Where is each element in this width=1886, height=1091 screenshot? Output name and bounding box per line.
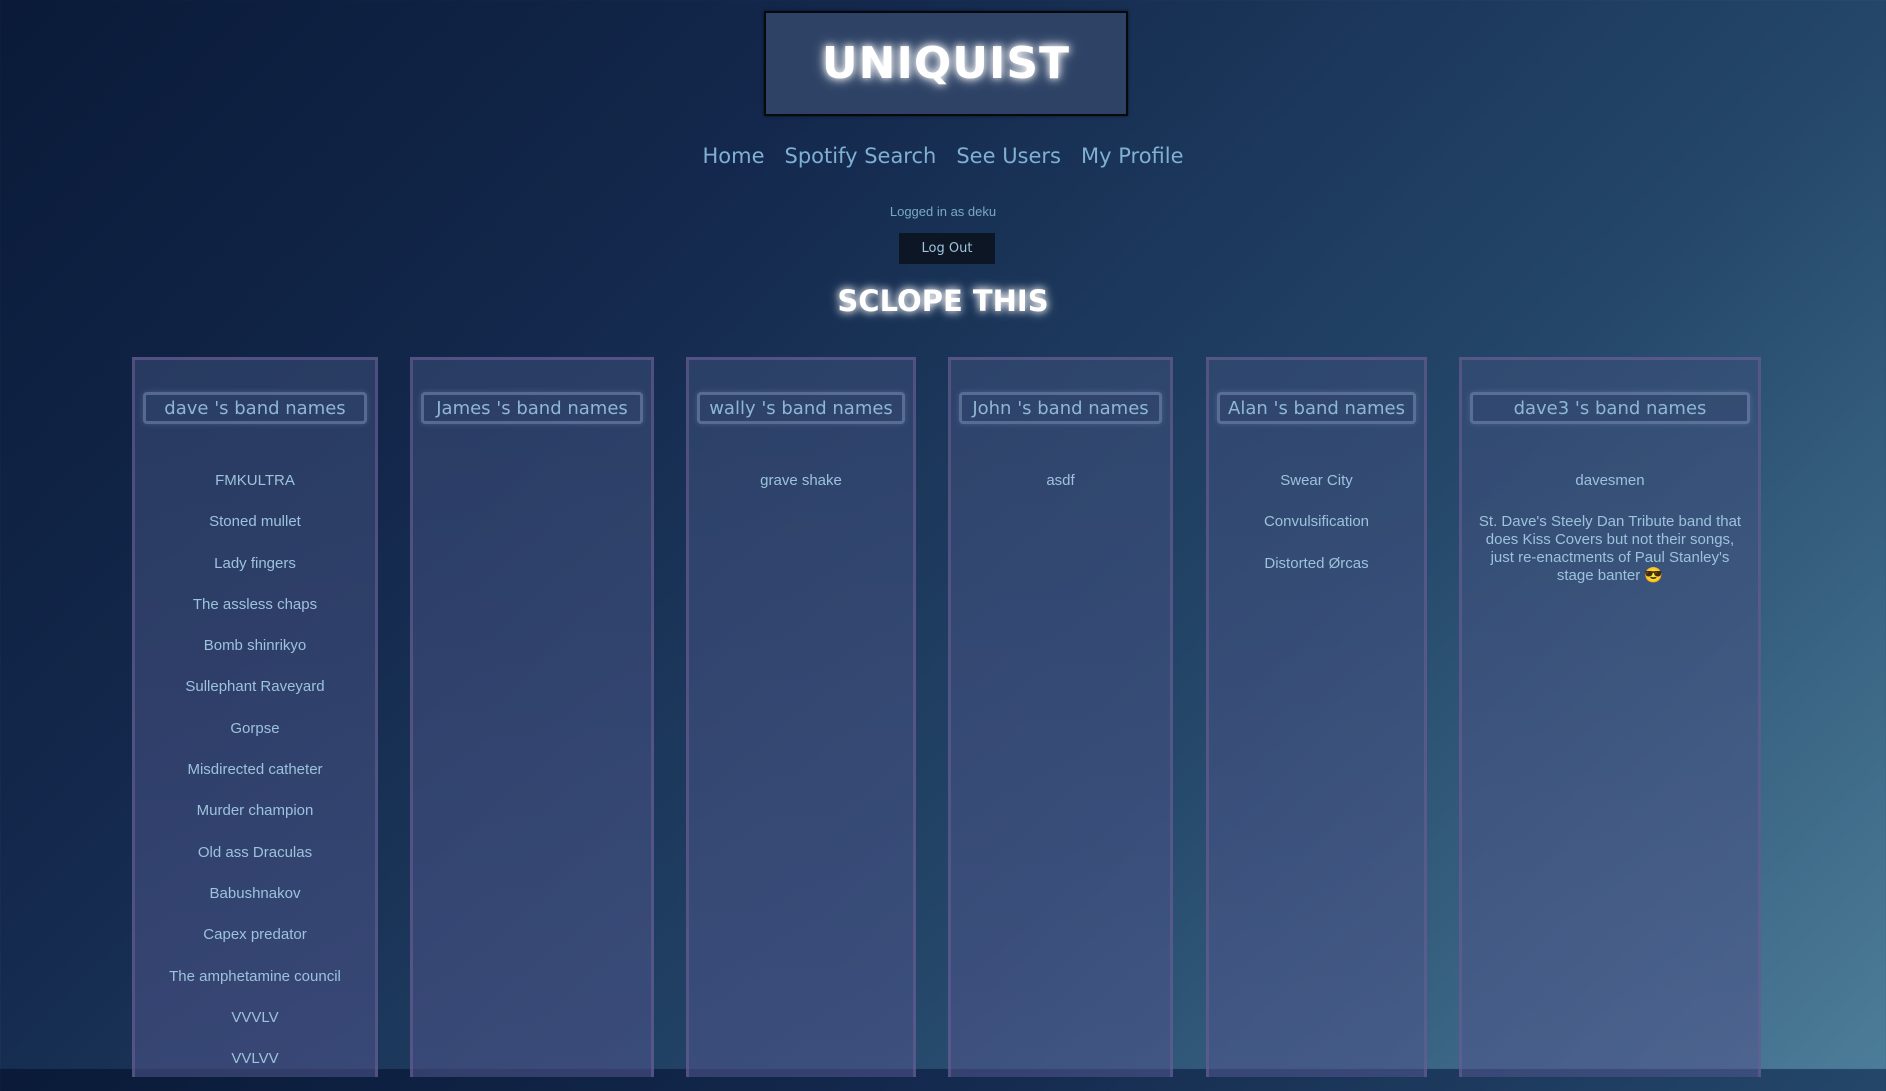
user-column-heading: Alan 's band names — [1217, 392, 1416, 424]
app-title: UNIQUIST — [821, 38, 1071, 89]
user-column: dave3 's band names davesmen St. Dave's S… — [1459, 357, 1761, 1077]
band-name-item: Swear City — [1280, 472, 1353, 489]
band-name-item: The assless chaps — [192, 595, 318, 613]
user-column: wally 's band names grave shake — [686, 357, 916, 1077]
band-name-item: asdf — [1046, 472, 1075, 489]
band-name-item: Gorpse — [230, 719, 280, 737]
band-name-item: FMKULTRA — [215, 472, 295, 489]
band-name-item: Convulsification — [1263, 513, 1370, 531]
band-name-item: Lady fingers — [214, 554, 296, 572]
band-name-item: Murder champion — [196, 802, 314, 820]
band-name-item: Capex predator — [203, 926, 307, 944]
band-name-item: Babushnakov — [209, 884, 301, 902]
user-column: John 's band names asdf — [948, 357, 1173, 1077]
user-column-heading: wally 's band names — [697, 392, 905, 424]
band-name-item: St. Dave's Steely Dan Tribute band that … — [1478, 513, 1742, 585]
section-title: SCLOPE THIS — [837, 284, 1049, 318]
band-name-item: Stoned mullet — [209, 513, 301, 531]
band-name-item: Bomb shinrikyo — [203, 637, 307, 655]
nav-home-link[interactable]: Home — [702, 144, 764, 168]
app-header: UNIQUIST — [764, 11, 1128, 116]
logout-button[interactable]: Log Out — [899, 233, 995, 264]
band-name-item: VVLVV — [231, 1050, 279, 1068]
band-list: asdf — [951, 472, 1170, 513]
user-column-heading: James 's band names — [421, 392, 643, 424]
user-column: James 's band names — [410, 357, 654, 1077]
user-column-heading: John 's band names — [959, 392, 1162, 424]
band-name-item: Sullephant Raveyard — [185, 678, 325, 696]
main-nav: Home Spotify Search See Users My Profile — [0, 144, 1886, 168]
band-name-item: Old ass Draculas — [197, 843, 313, 861]
band-name-item: davesmen — [1575, 472, 1645, 489]
band-name-item: grave shake — [760, 472, 842, 489]
nav-my-profile-link[interactable]: My Profile — [1081, 144, 1184, 168]
user-column-heading: dave3 's band names — [1470, 392, 1750, 424]
band-list: Swear City Convulsification Distorted Ørca… — [1209, 472, 1424, 596]
band-name-item: Distorted Ørcas — [1264, 554, 1369, 572]
band-list: grave shake — [689, 472, 913, 513]
user-column-heading: dave 's band names — [143, 392, 367, 424]
user-column: Alan 's band names Swear City Convulsific… — [1206, 357, 1427, 1077]
nav-spotify-search-link[interactable]: Spotify Search — [784, 144, 936, 168]
band-list: FMKULTRA Stoned mullet Lady fingers The ass… — [135, 472, 375, 1091]
logged-in-status: Logged in as deku — [889, 204, 997, 219]
nav-see-users-link[interactable]: See Users — [956, 144, 1061, 168]
band-name-item: Misdirected catheter — [187, 761, 323, 779]
band-name-item: The amphetamine council — [169, 967, 341, 985]
band-list: davesmen St. Dave's Steely Dan Tribute ba… — [1462, 472, 1758, 609]
band-name-item: VVVLV — [231, 1008, 279, 1026]
user-columns: dave 's band names FMKULTRA Stoned mullet… — [0, 357, 1886, 1077]
user-column: dave 's band names FMKULTRA Stoned mullet… — [132, 357, 378, 1077]
